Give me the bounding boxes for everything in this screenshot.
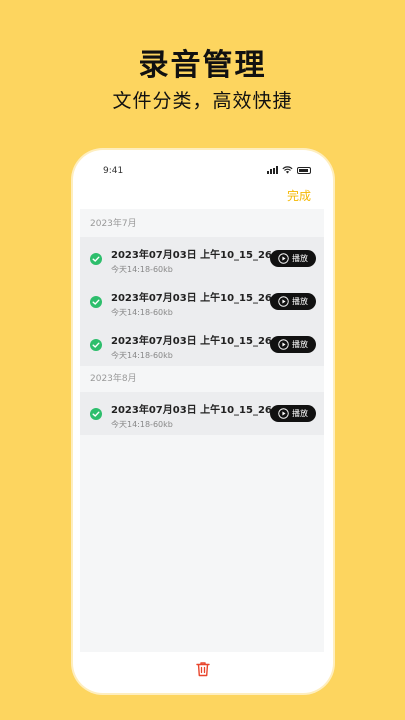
done-button[interactable]: 完成 [287,187,311,204]
recording-meta: 今天14:18-60kb [111,420,173,429]
status-icons [267,166,311,174]
check-circle-icon[interactable] [90,339,102,351]
battery-icon [297,166,311,174]
play-button[interactable]: 播放 [270,405,316,422]
recording-meta: 今天14:18-60kb [111,351,173,360]
check-circle-icon[interactable] [90,408,102,420]
play-label: 播放 [292,340,308,349]
play-button[interactable]: 播放 [270,336,316,353]
play-button[interactable]: 播放 [270,250,316,267]
recording-list-panel: 2023年7月 2023年07月03日 上午10_15_26 今天14:18-6… [80,209,324,652]
group-label-august: 2023年8月 [90,374,137,384]
play-button[interactable]: 播放 [270,293,316,310]
play-circle-icon [278,296,289,307]
recording-meta: 今天14:18-60kb [111,308,173,317]
play-label: 播放 [292,254,308,263]
status-time: 9:41 [103,166,124,176]
recording-item[interactable]: 2023年07月03日 上午10_15_26 今天14:18-60kb 播放 [80,392,324,435]
recording-title: 2023年07月03日 上午10_15_26 [111,405,272,416]
recording-title: 2023年07月03日 上午10_15_26 [111,250,272,261]
group-label-july: 2023年7月 [90,219,137,229]
play-label: 播放 [292,409,308,418]
group-list-august: 2023年07月03日 上午10_15_26 今天14:18-60kb 播放 [80,392,324,435]
promo-subhead: 文件分类，高效快捷 [112,90,293,112]
promo-headline: 录音管理 [138,48,267,83]
status-bar: 9:41 [73,150,333,190]
phone-frame: 9:41 完成 2023年7月 2023年07月03日 上午10_15_26 今… [73,150,333,693]
recording-title: 2023年07月03日 上午10_15_26 [111,293,272,304]
check-circle-icon[interactable] [90,296,102,308]
recording-item[interactable]: 2023年07月03日 上午10_15_26 今天14:18-60kb 播放 [80,323,324,366]
trash-icon[interactable] [194,660,212,678]
recording-item[interactable]: 2023年07月03日 上午10_15_26 今天14:18-60kb 播放 [80,237,324,280]
check-circle-icon[interactable] [90,253,102,265]
play-circle-icon [278,339,289,350]
signal-icon [267,166,278,174]
play-label: 播放 [292,297,308,306]
play-circle-icon [278,408,289,419]
recording-title: 2023年07月03日 上午10_15_26 [111,336,272,347]
play-circle-icon [278,253,289,264]
group-list-july: 2023年07月03日 上午10_15_26 今天14:18-60kb 播放 2… [80,237,324,366]
recording-meta: 今天14:18-60kb [111,265,173,274]
recording-item[interactable]: 2023年07月03日 上午10_15_26 今天14:18-60kb 播放 [80,280,324,323]
wifi-icon [282,166,293,174]
